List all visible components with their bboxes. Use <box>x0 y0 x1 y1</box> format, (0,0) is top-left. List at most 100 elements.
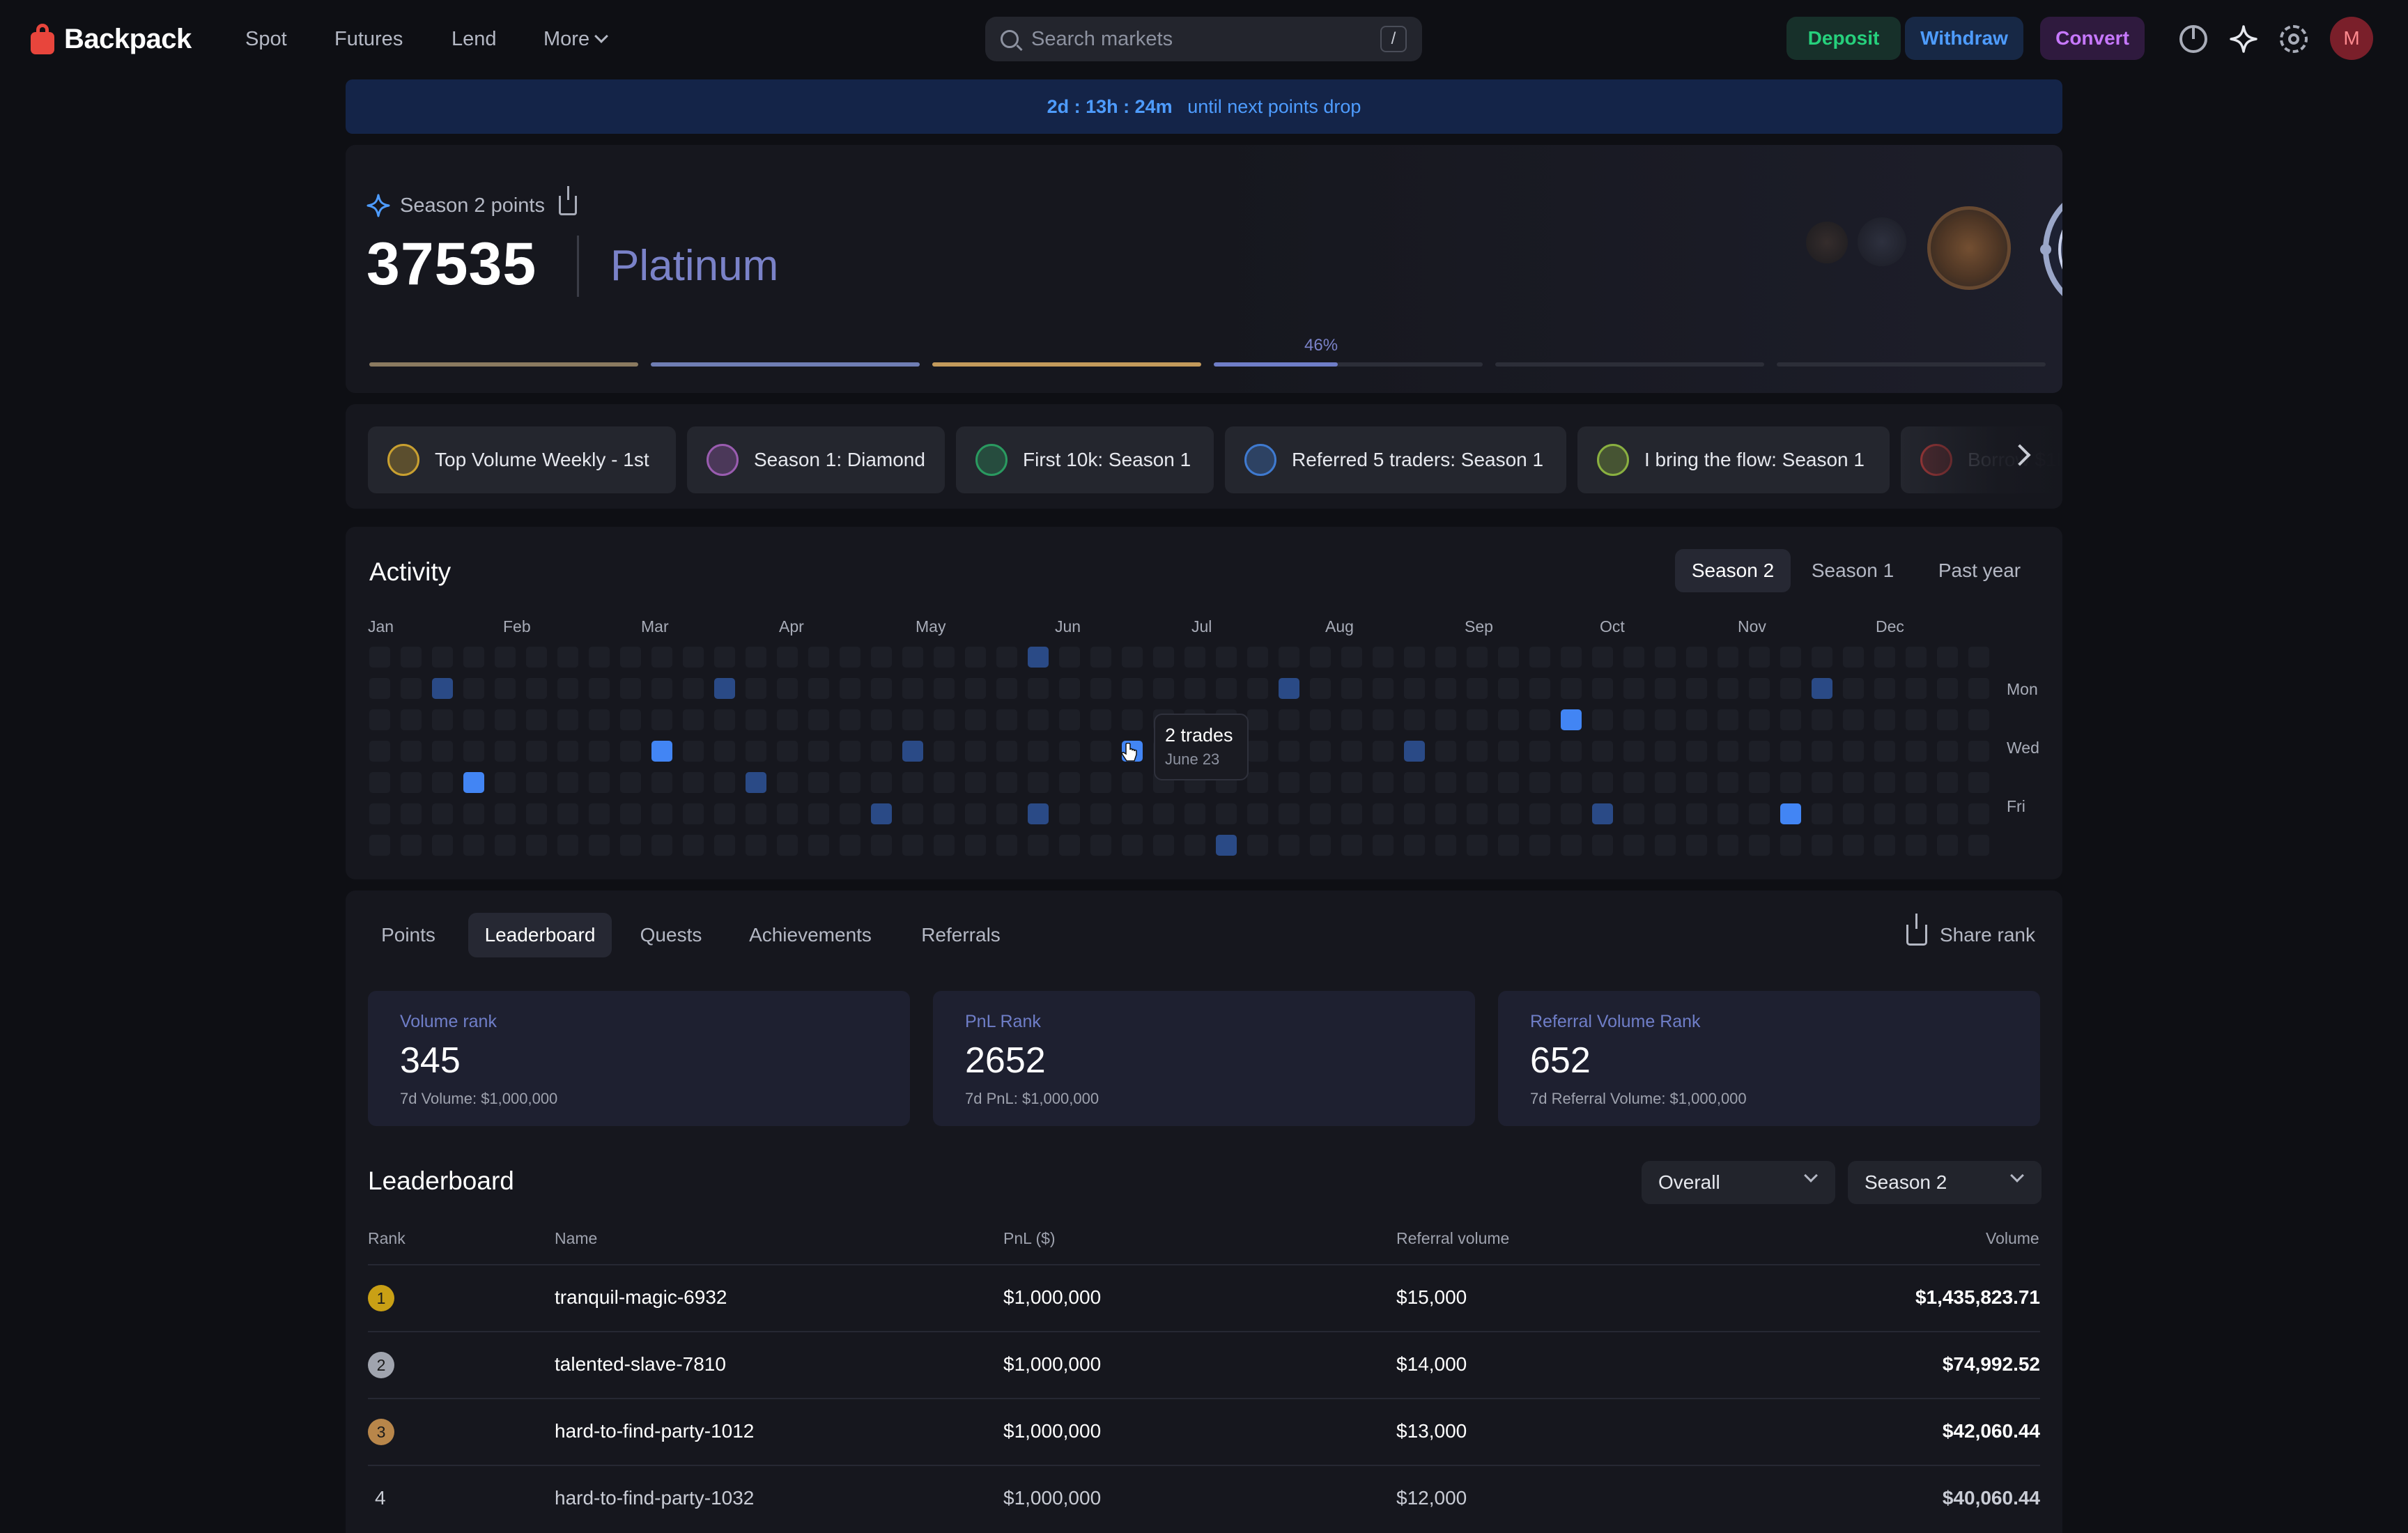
activity-day-cell[interactable] <box>1906 835 1927 856</box>
activity-day-cell[interactable] <box>1341 678 1362 699</box>
activity-day-cell[interactable] <box>1435 835 1456 856</box>
activity-day-cell[interactable] <box>1153 678 1174 699</box>
achievement-chip[interactable]: I bring the flow: Season 1 <box>1577 426 1890 493</box>
activity-day-cell[interactable] <box>1467 678 1488 699</box>
activity-day-cell[interactable] <box>1247 678 1268 699</box>
activity-day-cell[interactable] <box>1937 647 1958 668</box>
activity-day-cell[interactable] <box>1216 803 1237 824</box>
activity-day-cell[interactable] <box>1937 741 1958 762</box>
nav-link-spot[interactable]: Spot <box>245 24 287 54</box>
activity-day-cell[interactable] <box>1373 803 1394 824</box>
activity-day-cell[interactable] <box>1561 709 1582 730</box>
activity-day-cell[interactable] <box>1498 678 1519 699</box>
activity-day-cell[interactable] <box>1874 803 1895 824</box>
activity-day-cell[interactable] <box>902 741 923 762</box>
activity-day-cell[interactable] <box>1812 709 1832 730</box>
activity-day-cell[interactable] <box>683 741 704 762</box>
activity-day-cell[interactable] <box>1655 835 1676 856</box>
activity-day-cell[interactable] <box>1529 709 1550 730</box>
activity-day-cell[interactable] <box>369 678 390 699</box>
activity-day-cell[interactable] <box>996 835 1017 856</box>
activity-day-cell[interactable] <box>1090 741 1111 762</box>
activity-day-cell[interactable] <box>432 803 453 824</box>
activity-day-cell[interactable] <box>369 709 390 730</box>
activity-day-cell[interactable] <box>1467 835 1488 856</box>
activity-day-cell[interactable] <box>1874 835 1895 856</box>
activity-day-cell[interactable] <box>463 803 484 824</box>
activity-day-cell[interactable] <box>1184 678 1205 699</box>
activity-day-cell[interactable] <box>432 835 453 856</box>
activity-day-cell[interactable] <box>432 709 453 730</box>
activity-day-cell[interactable] <box>1059 835 1080 856</box>
activity-day-cell[interactable] <box>463 709 484 730</box>
activity-day-cell[interactable] <box>902 647 923 668</box>
activity-day-cell[interactable] <box>1749 678 1770 699</box>
activity-day-cell[interactable] <box>1028 678 1049 699</box>
activity-day-cell[interactable] <box>1153 647 1174 668</box>
activity-day-cell[interactable] <box>1623 803 1644 824</box>
activity-day-cell[interactable] <box>1623 647 1644 668</box>
activity-day-cell[interactable] <box>1655 709 1676 730</box>
activity-day-cell[interactable] <box>871 678 892 699</box>
activity-day-cell[interactable] <box>714 741 735 762</box>
activity-day-cell[interactable] <box>1592 741 1613 762</box>
activity-day-cell[interactable] <box>1435 741 1456 762</box>
activity-day-cell[interactable] <box>808 709 829 730</box>
activity-day-cell[interactable] <box>1404 835 1425 856</box>
activity-day-cell[interactable] <box>1718 678 1738 699</box>
activity-day-cell[interactable] <box>1059 647 1080 668</box>
activity-day-cell[interactable] <box>746 772 766 793</box>
tab-past-year[interactable]: Past year <box>1922 549 2037 592</box>
activity-day-cell[interactable] <box>934 647 955 668</box>
activity-day-cell[interactable] <box>401 803 422 824</box>
activity-day-cell[interactable] <box>934 678 955 699</box>
activity-day-cell[interactable] <box>1279 678 1299 699</box>
activity-day-cell[interactable] <box>777 678 798 699</box>
activity-day-cell[interactable] <box>1718 647 1738 668</box>
activity-day-cell[interactable] <box>965 803 986 824</box>
activity-day-cell[interactable] <box>1749 835 1770 856</box>
activity-day-cell[interactable] <box>1059 772 1080 793</box>
activity-day-cell[interactable] <box>369 835 390 856</box>
activity-day-cell[interactable] <box>808 741 829 762</box>
activity-day-cell[interactable] <box>902 709 923 730</box>
activity-day-cell[interactable] <box>1404 678 1425 699</box>
activity-day-cell[interactable] <box>1686 709 1707 730</box>
activity-day-cell[interactable] <box>1968 709 1989 730</box>
activity-day-cell[interactable] <box>840 678 860 699</box>
search-bar[interactable]: / <box>985 17 1422 61</box>
activity-day-cell[interactable] <box>1874 741 1895 762</box>
activity-day-cell[interactable] <box>495 678 516 699</box>
activity-day-cell[interactable] <box>620 772 641 793</box>
activity-day-cell[interactable] <box>934 803 955 824</box>
share-rank-button[interactable]: Share rank <box>1906 913 2035 957</box>
activity-day-cell[interactable] <box>1874 709 1895 730</box>
activity-day-cell[interactable] <box>1812 678 1832 699</box>
activity-day-cell[interactable] <box>1122 709 1143 730</box>
activity-day-cell[interactable] <box>1310 709 1331 730</box>
activity-day-cell[interactable] <box>651 772 672 793</box>
activity-day-cell[interactable] <box>557 709 578 730</box>
withdraw-button[interactable]: Withdraw <box>1905 17 2023 60</box>
backpack-logo[interactable]: Backpack <box>31 21 192 57</box>
activity-day-cell[interactable] <box>1404 741 1425 762</box>
activity-day-cell[interactable] <box>1843 709 1864 730</box>
activity-day-cell[interactable] <box>651 678 672 699</box>
activity-day-cell[interactable] <box>1373 678 1394 699</box>
activity-day-cell[interactable] <box>1968 835 1989 856</box>
activity-day-cell[interactable] <box>746 647 766 668</box>
activity-day-cell[interactable] <box>401 678 422 699</box>
activity-day-cell[interactable] <box>1341 647 1362 668</box>
activity-day-cell[interactable] <box>1529 772 1550 793</box>
activity-day-cell[interactable] <box>1279 835 1299 856</box>
activity-day-cell[interactable] <box>1247 803 1268 824</box>
activity-day-cell[interactable] <box>1655 647 1676 668</box>
activity-day-cell[interactable] <box>1592 647 1613 668</box>
activity-day-cell[interactable] <box>495 772 516 793</box>
activity-day-cell[interactable] <box>1059 678 1080 699</box>
activity-day-cell[interactable] <box>1592 772 1613 793</box>
activity-day-cell[interactable] <box>1686 741 1707 762</box>
activity-day-cell[interactable] <box>1812 772 1832 793</box>
activity-day-cell[interactable] <box>996 772 1017 793</box>
activity-day-cell[interactable] <box>1906 741 1927 762</box>
